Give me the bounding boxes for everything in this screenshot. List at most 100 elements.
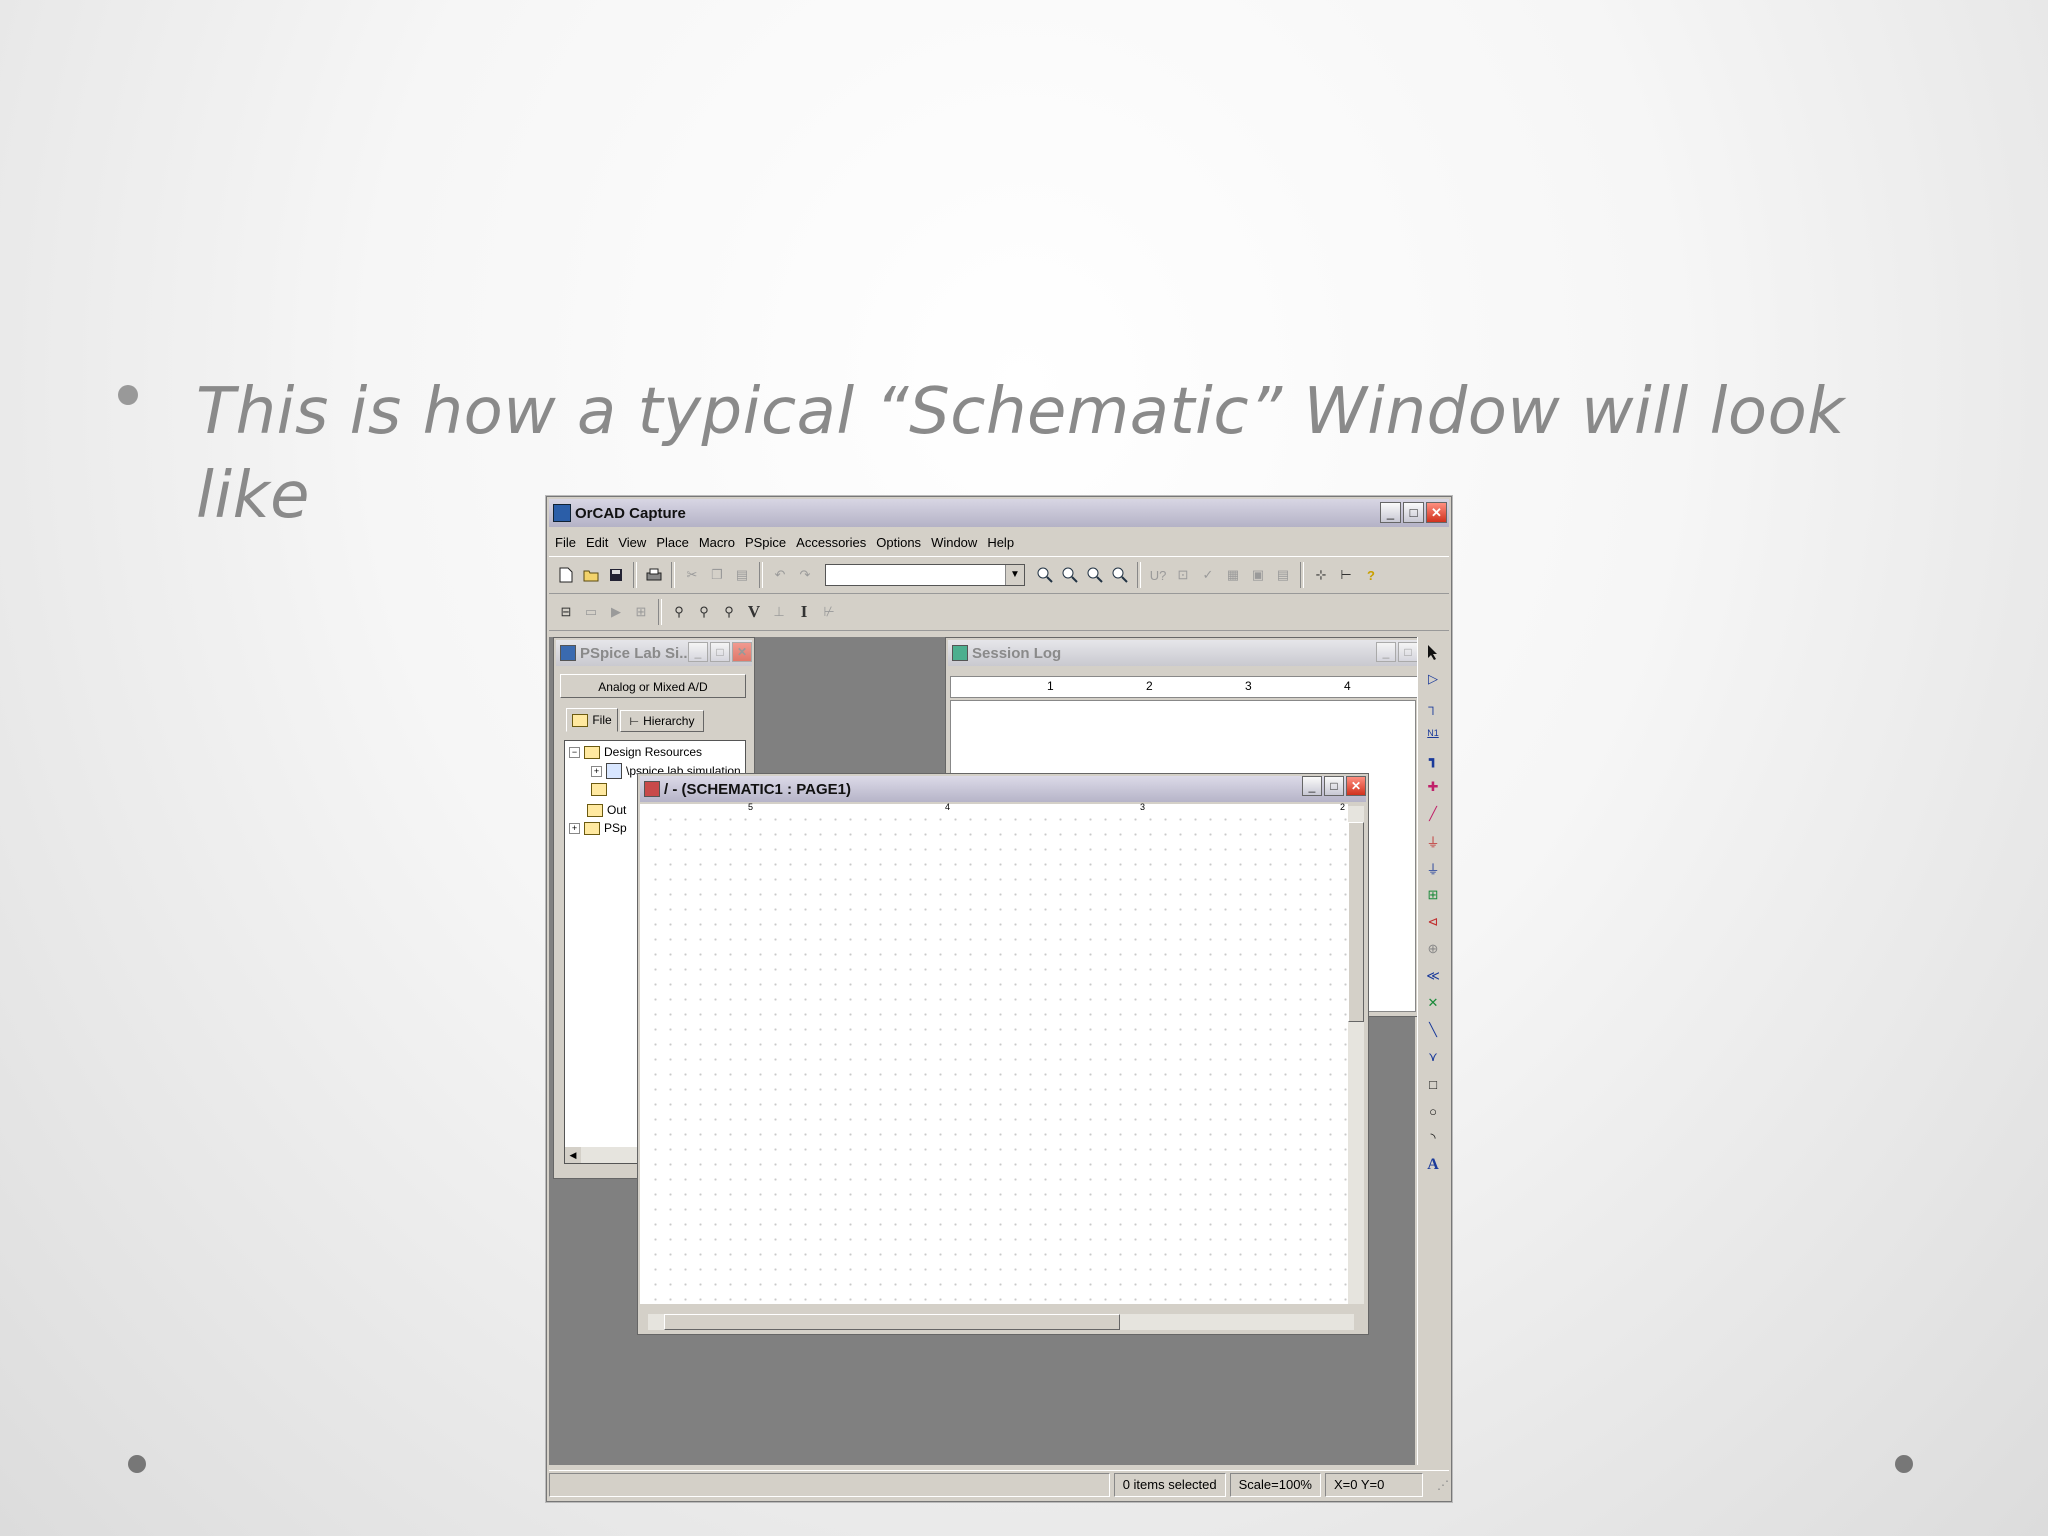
menu-window[interactable]: Window [931, 535, 977, 550]
line-icon[interactable]: ╲ [1421, 1018, 1445, 1042]
schematic-maximize-button[interactable]: □ [1324, 776, 1344, 796]
ground-icon[interactable]: ⏚ [1421, 856, 1445, 880]
no-connect-icon[interactable]: ✕ [1421, 991, 1445, 1015]
net-alias-icon[interactable]: N1 [1421, 721, 1445, 745]
annotate-icon[interactable]: U? [1147, 563, 1169, 587]
menu-help[interactable]: Help [987, 535, 1014, 550]
menu-options[interactable]: Options [876, 535, 921, 550]
netlist-icon[interactable]: ▦ [1222, 563, 1244, 587]
part-icon[interactable]: ▷ [1421, 667, 1445, 691]
resize-grip-icon[interactable]: ⋰ [1427, 1474, 1449, 1496]
project-maximize-button[interactable]: □ [710, 642, 730, 662]
schematic-canvas[interactable] [648, 812, 1350, 1304]
zoom-area-icon[interactable] [1084, 563, 1106, 587]
undo-icon[interactable]: ↶ [769, 563, 791, 587]
menu-accessories[interactable]: Accessories [796, 535, 866, 550]
hscroll-thumb[interactable] [664, 1314, 1120, 1330]
expand-icon[interactable]: + [569, 822, 580, 834]
view-simulation-results-icon[interactable]: ⊞ [630, 600, 652, 624]
schematic-titlebar[interactable]: / - (SCHEMATIC1 : PAGE1) [640, 776, 1366, 802]
schematic-vscroll[interactable] [1348, 806, 1364, 1304]
snap-to-grid-icon[interactable]: ⊹ [1310, 563, 1332, 587]
project-close-button[interactable]: ✕ [732, 642, 752, 662]
tree-item-design-resources[interactable]: − Design Resources [569, 745, 702, 759]
project-minimize-button[interactable]: _ [688, 642, 708, 662]
part-search-combo[interactable]: ▼ [825, 564, 1025, 586]
open-icon[interactable] [580, 563, 602, 587]
schematic-close-button[interactable]: ✕ [1346, 776, 1366, 796]
menu-file[interactable]: File [555, 535, 576, 550]
expand-icon[interactable]: + [591, 765, 602, 777]
toolbar-separator [658, 599, 662, 625]
vscroll-thumb[interactable] [1348, 822, 1364, 1022]
app-titlebar[interactable]: OrCAD Capture _ □ ✕ [549, 499, 1449, 527]
port-icon[interactable]: ⊲ [1421, 910, 1445, 934]
polyline-icon[interactable]: ⋎ [1421, 1045, 1445, 1069]
rectangle-icon[interactable]: □ [1421, 1072, 1445, 1096]
pin-icon[interactable]: ⊕ [1421, 937, 1445, 961]
run-pspice-icon[interactable]: ▶ [605, 600, 627, 624]
new-icon[interactable] [555, 563, 577, 587]
arc-icon[interactable]: ◝ [1421, 1126, 1445, 1150]
chevron-down-icon[interactable]: ▼ [1005, 565, 1024, 585]
voltage-probe-icon[interactable]: ⚲ [668, 600, 690, 624]
new-simulation-profile-icon[interactable]: ⊟ [555, 600, 577, 624]
hierarchical-block-icon[interactable]: ⊞ [1421, 883, 1445, 907]
tab-hierarchy[interactable]: ⊢ Hierarchy [620, 710, 704, 732]
scroll-left-icon[interactable]: ◀ [565, 1147, 581, 1163]
current-marker-icon[interactable]: I [793, 600, 815, 624]
menu-macro[interactable]: Macro [699, 535, 735, 550]
close-button[interactable]: ✕ [1426, 502, 1447, 523]
off-page-icon[interactable]: ≪ [1421, 964, 1445, 988]
voltage-differential-probe-icon[interactable]: ⚲ [693, 600, 715, 624]
text-icon[interactable]: A [1421, 1153, 1445, 1177]
voltage-marker-icon[interactable]: V [743, 600, 765, 624]
orcad-capture-window: OrCAD Capture _ □ ✕ File Edit View Place… [546, 496, 1452, 1502]
help-icon[interactable]: ? [1360, 563, 1382, 587]
junction-icon[interactable]: ✚ [1421, 775, 1445, 799]
copy-icon[interactable]: ❐ [706, 563, 728, 587]
edit-simulation-profile-icon[interactable]: ▭ [580, 600, 602, 624]
session-log-titlebar[interactable]: Session Log [948, 640, 1418, 666]
bill-of-materials-icon[interactable]: ▤ [1272, 563, 1294, 587]
folder-icon [584, 821, 600, 835]
power-marker-icon[interactable]: ⊥ [768, 600, 790, 624]
session-log-maximize-button[interactable]: □ [1398, 642, 1418, 662]
maximize-button[interactable]: □ [1403, 502, 1424, 523]
schematic-hscroll[interactable] [648, 1314, 1354, 1330]
menu-edit[interactable]: Edit [586, 535, 608, 550]
zoom-all-icon[interactable] [1109, 563, 1131, 587]
menu-place[interactable]: Place [656, 535, 689, 550]
wire-icon[interactable]: ┐ [1421, 694, 1445, 718]
print-icon[interactable] [643, 563, 665, 587]
analog-mixed-button[interactable]: Analog or Mixed A/D [560, 674, 746, 698]
bus-icon[interactable]: ┓ [1421, 748, 1445, 772]
tree-item-library[interactable] [591, 783, 607, 796]
power-icon[interactable]: ⏚ [1421, 829, 1445, 853]
menu-pspice[interactable]: PSpice [745, 535, 786, 550]
bus-entry-icon[interactable]: ╱ [1421, 802, 1445, 826]
paste-icon[interactable]: ▤ [731, 563, 753, 587]
cut-icon[interactable]: ✂ [681, 563, 703, 587]
schematic-minimize-button[interactable]: _ [1302, 776, 1322, 796]
status-bar: 0 items selected Scale=100% X=0 Y=0 ⋰ [549, 1470, 1449, 1499]
cross-reference-icon[interactable]: ▣ [1247, 563, 1269, 587]
tree-item-outputs[interactable]: Out [587, 803, 626, 817]
ellipse-icon[interactable]: ○ [1421, 1099, 1445, 1123]
zoom-in-icon[interactable] [1034, 563, 1056, 587]
drc-icon[interactable]: ✓ [1197, 563, 1219, 587]
redo-icon[interactable]: ↷ [794, 563, 816, 587]
select-icon[interactable] [1421, 640, 1445, 664]
tab-file[interactable]: File [566, 708, 618, 732]
current-probe-icon[interactable]: ⚲ [718, 600, 740, 624]
menu-view[interactable]: View [618, 535, 646, 550]
session-log-minimize-button[interactable]: _ [1376, 642, 1396, 662]
minimize-button[interactable]: _ [1380, 502, 1401, 523]
collapse-icon[interactable]: − [569, 746, 580, 758]
zoom-out-icon[interactable] [1059, 563, 1081, 587]
tree-item-pspice-resources[interactable]: + PSp [569, 821, 627, 835]
back-annotate-icon[interactable]: ⊡ [1172, 563, 1194, 587]
bias-display-icon[interactable]: ⊬ [818, 600, 840, 624]
project-manager-icon[interactable]: ⊢ [1335, 563, 1357, 587]
save-icon[interactable] [605, 563, 627, 587]
